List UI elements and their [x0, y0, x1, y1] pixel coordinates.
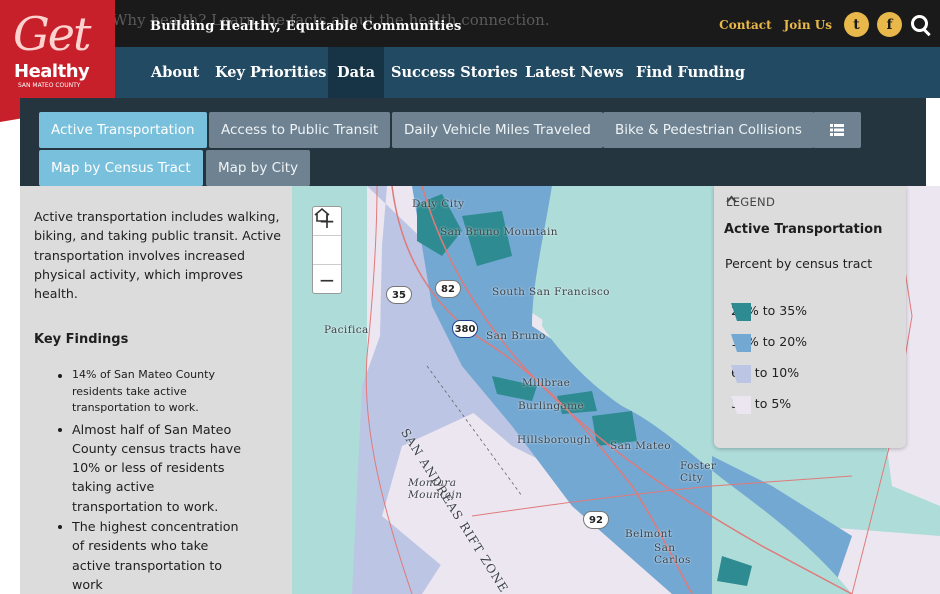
tab-map-by-census-tract[interactable]: Map by Census Tract [39, 150, 203, 186]
tab-active-transportation[interactable]: Active Transportation [39, 112, 207, 148]
map-label-foster-city: Foster City [680, 460, 717, 484]
map-label-hillsborough: Hillsborough [517, 434, 592, 446]
logo-county-text: SAN MATEO COUNTY [18, 82, 81, 89]
map-label-south-san-francisco: South San Francisco [492, 286, 610, 298]
map-label-san-carlos: San Carlos [654, 542, 691, 566]
finding-item: The highest concentration of residents w… [58, 517, 248, 594]
home-button[interactable] [313, 207, 341, 265]
tab-access-public-transit[interactable]: Access to Public Transit [209, 112, 391, 148]
finding-item: 14% of San Mateo County residents take a… [58, 367, 248, 417]
map-label-san-bruno-mountain: San Bruno Mountain [440, 226, 558, 238]
chevron-up-icon [726, 195, 737, 203]
facebook-icon[interactable]: f [877, 12, 902, 37]
map-label-san-mateo: San Mateo [610, 440, 671, 452]
census-tract-map[interactable]: Daly City San Bruno Mountain South San F… [292, 186, 940, 594]
legend-swatch [731, 396, 751, 414]
finding-item: Almost half of San Mateo County census t… [58, 420, 248, 516]
nav-find-funding[interactable]: Find Funding [636, 47, 745, 98]
contact-link[interactable]: Contact [719, 18, 771, 32]
tab-map-by-city[interactable]: Map by City [206, 150, 311, 186]
legend-swatch [731, 365, 751, 383]
map-label-daly-city: Daly City [412, 198, 465, 210]
search-icon[interactable] [910, 14, 932, 36]
legend-title: Active Transportation [724, 222, 883, 237]
home-icon [314, 207, 330, 222]
map-label-san-bruno: San Bruno [486, 330, 546, 342]
main-nav: About Key Priorities Data Success Storie… [0, 47, 940, 98]
legend-toggle[interactable]: LEGEND [726, 195, 775, 209]
map-label-millbrae: Millbrae [522, 377, 571, 389]
legend-subtitle: Percent by census tract [725, 256, 873, 271]
list-icon [830, 124, 844, 136]
top-links: Contact Join Us t f [719, 12, 932, 37]
nav-data[interactable]: Data [328, 47, 385, 98]
key-findings-list: 14% of San Mateo County residents take a… [58, 367, 248, 594]
legend-row: 3% to 5% [731, 396, 791, 414]
top-bar: Why health? Learn the facts about the he… [0, 0, 940, 47]
zoom-out-button[interactable]: − [313, 265, 341, 294]
highway-82-shield: 82 [435, 280, 461, 298]
tab-daily-vehicle-miles[interactable]: Daily Vehicle Miles Traveled [392, 112, 603, 148]
nav-latest-news[interactable]: Latest News [525, 47, 624, 98]
logo-healthy-text: Healthy [14, 61, 90, 82]
twitter-icon[interactable]: t [844, 12, 869, 37]
tagline: Building Healthy, Equitable Communities [150, 19, 462, 34]
nav-key-priorities[interactable]: Key Priorities [215, 47, 326, 98]
logo-get-text: Get [13, 7, 91, 61]
tab-bike-pedestrian-collisions[interactable]: Bike & Pedestrian Collisions [603, 112, 814, 148]
nav-about[interactable]: About [151, 47, 199, 98]
highway-92-shield: 92 [583, 511, 609, 529]
legend-panel: LEGEND Active Transportation Percent by … [714, 186, 906, 448]
map-label-burlingame: Burlingame [518, 400, 585, 412]
data-tab-panel: Active Transportation Access to Public T… [20, 98, 926, 186]
legend-swatch [731, 303, 751, 321]
legend-swatch [731, 334, 751, 352]
legend-row: 11% to 20% [731, 334, 807, 352]
highway-380-shield: 380 [452, 320, 478, 338]
join-us-link[interactable]: Join Us [784, 18, 832, 32]
zoom-controls: + − [312, 206, 342, 294]
sidebar: Active transportation includes walking, … [20, 186, 292, 594]
legend-row: 21% to 35% [731, 303, 807, 321]
highway-35-shield: 35 [386, 286, 412, 304]
key-findings-title: Key Findings [34, 332, 129, 347]
nav-success-stories[interactable]: Success Stories [391, 47, 518, 98]
map-label-pacifica: Pacifica [324, 324, 369, 336]
tab-list[interactable] [813, 112, 861, 148]
map-label-belmont: Belmont [625, 528, 673, 540]
legend-row: 6% to 10% [731, 365, 799, 383]
intro-text: Active transportation includes walking, … [34, 209, 282, 302]
